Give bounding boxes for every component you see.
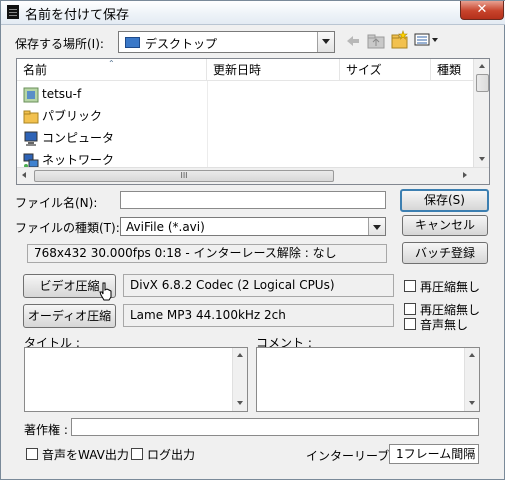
chevron-down-icon[interactable] (317, 32, 334, 52)
horizontal-scrollbar[interactable]: III (17, 167, 489, 184)
user-folder-icon (23, 87, 39, 103)
location-combo[interactable]: デスクトップ (118, 31, 335, 53)
copyright-input[interactable] (71, 418, 479, 436)
no-audio-label: 音声無し (420, 318, 469, 332)
title-bar: 名前を付けて保存 ✕ (1, 1, 505, 25)
list-item-name: ネットワーク (42, 153, 115, 167)
video-codec-text: DivX 6.8.2 Codec (2 Logical CPUs) (123, 274, 394, 297)
cancel-button[interactable]: キャンセル (402, 215, 488, 236)
chevron-down-icon[interactable] (368, 218, 385, 235)
sort-ascending-icon: ⌃ (108, 59, 115, 68)
folder-icon (23, 109, 39, 125)
location-value: デスクトップ (145, 37, 218, 51)
film-app-icon (7, 5, 19, 19)
vertical-scrollbar[interactable] (473, 59, 489, 167)
save-dialog-window: 名前を付けて保存 ✕ 保存する場所(I): デスクトップ 名前 ⌃ 更新日時 サ… (0, 0, 505, 480)
list-item-name: tetsu-f (42, 87, 82, 101)
wav-output-label: 音声をWAV出力 (42, 448, 129, 462)
scroll-left-icon[interactable] (22, 172, 26, 178)
scroll-down-icon[interactable] (469, 401, 475, 405)
list-item-name: コンピュータ (42, 131, 115, 145)
scroll-up-icon[interactable] (479, 64, 485, 68)
location-label: 保存する場所(I): (15, 37, 104, 51)
filetype-value: AviFile (*.avi) (126, 220, 205, 234)
copyright-label: 著作権 : (24, 423, 68, 437)
list-item[interactable]: コンピュータ (23, 127, 114, 149)
filetype-combo[interactable]: AviFile (*.avi) (120, 217, 386, 236)
batch-register-button[interactable]: バッチ登録 (402, 242, 488, 264)
list-item-name: パブリック (42, 109, 103, 123)
log-output-label: ログ出力 (147, 448, 196, 462)
view-menu-icon[interactable] (414, 32, 440, 48)
column-header-type[interactable]: 種類 (431, 59, 475, 81)
window-title: 名前を付けて保存 (25, 8, 130, 23)
desktop-icon (125, 37, 140, 48)
audio-codec-text: Lame MP3 44.100kHz 2ch (123, 304, 394, 327)
filename-label: ファイル名(N): (15, 196, 98, 210)
video-no-recompress-label: 再圧縮無し (420, 280, 481, 294)
close-button[interactable]: ✕ (460, 1, 504, 20)
scroll-thumb[interactable] (476, 74, 489, 92)
video-no-recompress-checkbox[interactable] (404, 280, 416, 292)
interleave-input[interactable]: 1フレーム間隔 (389, 444, 479, 464)
file-list[interactable]: 名前 ⌃ 更新日時 サイズ 種類 tetsu-f パブリック コンピュータ ネッ… (16, 58, 490, 185)
filetype-label: ファイルの種類(T): (15, 221, 120, 235)
column-divider (207, 81, 208, 171)
wav-output-checkbox[interactable] (26, 448, 38, 460)
log-output-checkbox[interactable] (131, 448, 143, 460)
scroll-corner (473, 168, 489, 184)
back-arrow-icon[interactable] (345, 33, 361, 49)
column-header-modified[interactable]: 更新日時 (207, 59, 340, 81)
scroll-thumb[interactable]: III (34, 170, 334, 182)
computer-icon (23, 131, 39, 147)
comment-textarea[interactable] (256, 347, 480, 412)
audio-compression-button[interactable]: オーディオ圧縮 (23, 304, 116, 328)
scroll-right-icon[interactable] (463, 172, 467, 178)
interleave-label: インターリーブ : (306, 449, 398, 463)
scroll-down-icon[interactable] (479, 157, 485, 161)
video-info-text: 768x432 30.000fps 0:18 - インターレース解除 : なし (27, 244, 387, 263)
list-item[interactable]: パブリック (23, 105, 102, 127)
scroll-up-icon[interactable] (237, 353, 243, 357)
vertical-scrollbar[interactable] (464, 348, 479, 411)
list-item[interactable]: tetsu-f (23, 83, 81, 105)
filename-input[interactable] (120, 191, 386, 209)
no-audio-checkbox[interactable] (404, 318, 416, 330)
scroll-up-icon[interactable] (469, 353, 475, 357)
new-folder-icon[interactable] (390, 30, 410, 50)
vertical-scrollbar[interactable] (232, 348, 247, 411)
up-folder-icon[interactable] (367, 32, 385, 50)
audio-no-recompress-checkbox[interactable] (404, 303, 416, 315)
save-button[interactable]: 保存(S) (400, 189, 489, 212)
title-textarea[interactable] (24, 347, 248, 412)
scroll-down-icon[interactable] (237, 401, 243, 405)
mouse-cursor-icon (99, 282, 112, 301)
column-header-size[interactable]: サイズ (340, 59, 431, 81)
